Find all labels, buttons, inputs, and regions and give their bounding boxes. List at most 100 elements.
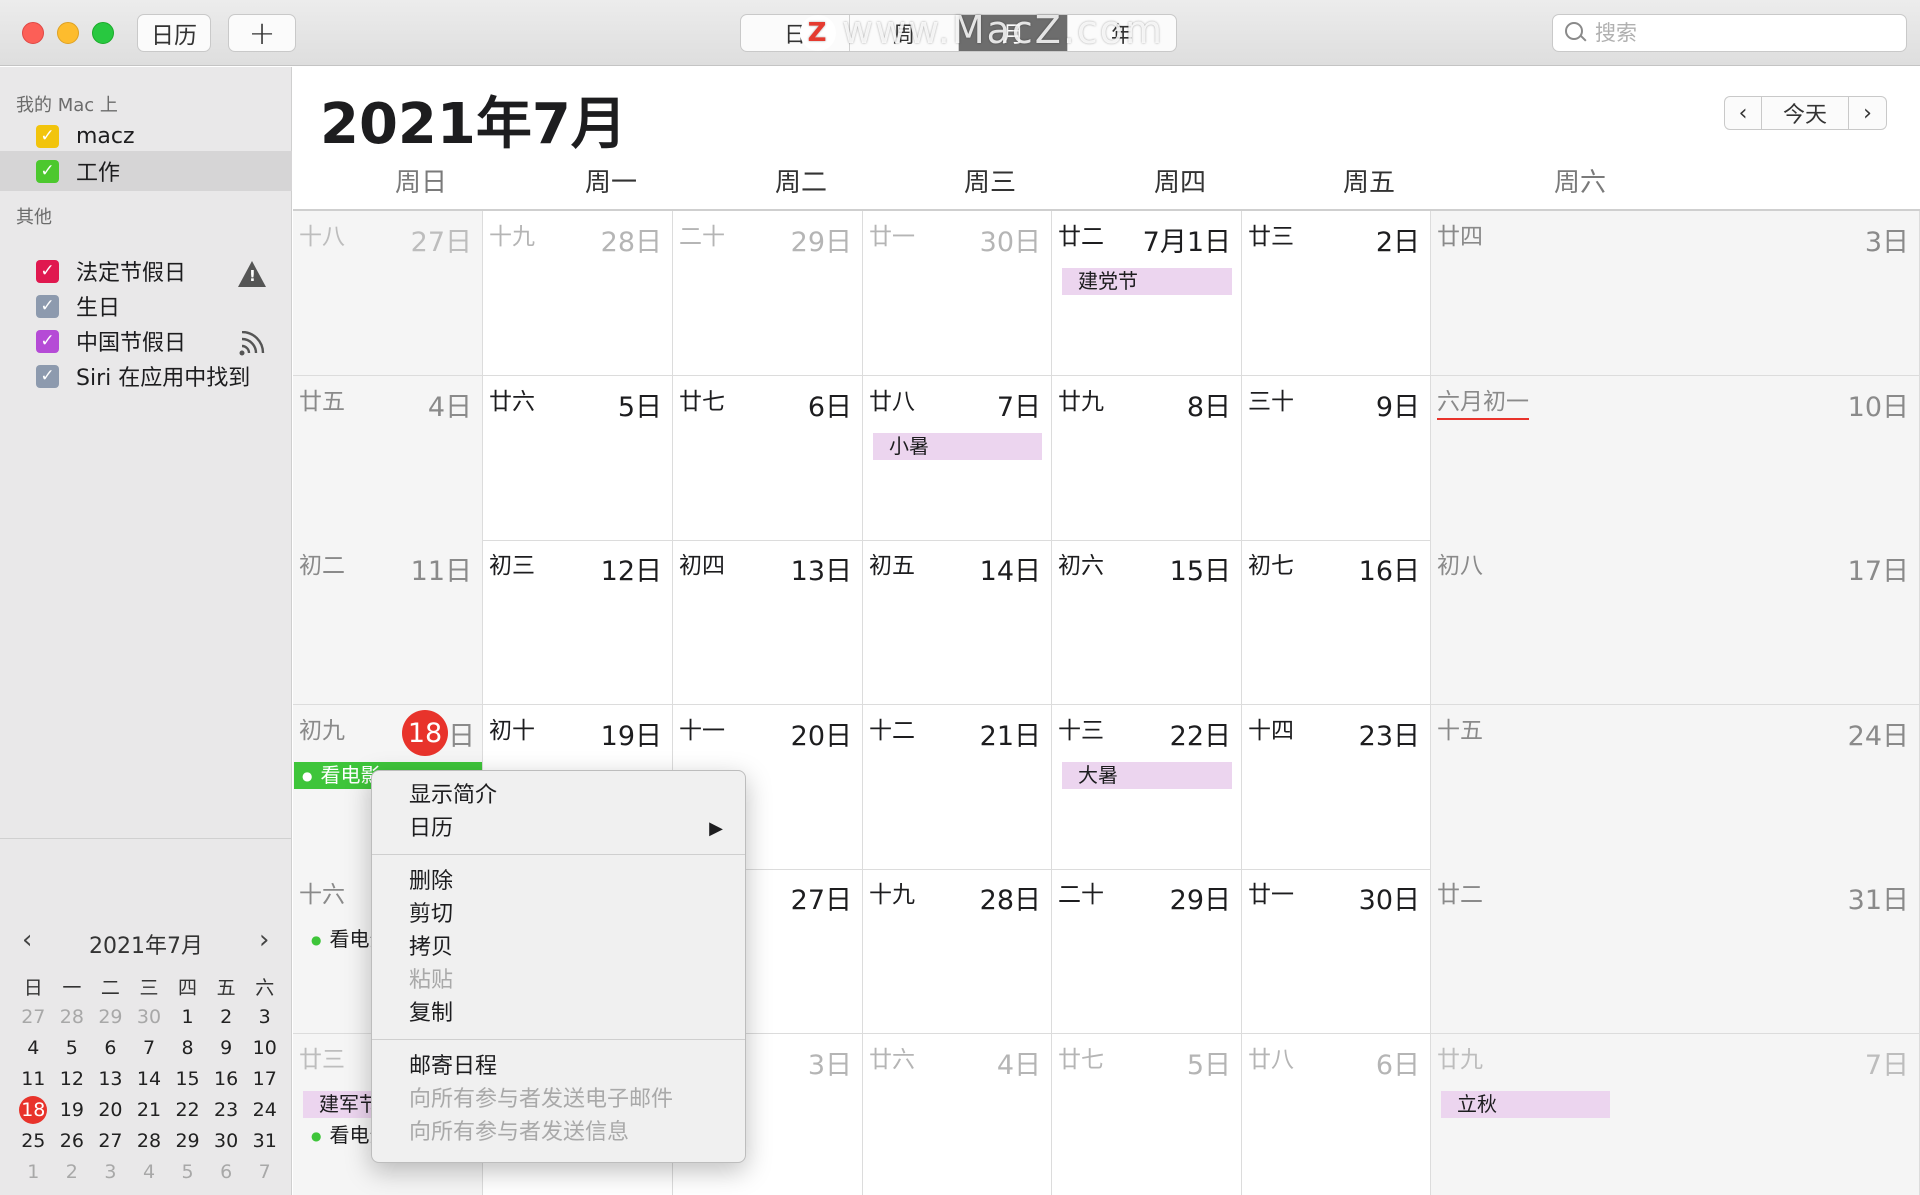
calendars-button[interactable]: 日历 bbox=[137, 14, 211, 52]
mini-day[interactable]: 18 bbox=[14, 1096, 53, 1124]
day-cell[interactable]: 初六 15日 bbox=[1052, 540, 1242, 705]
sidebar-calendar-item[interactable]: ✓ macz bbox=[0, 116, 292, 156]
context-menu-item[interactable]: 显示简介 bbox=[372, 779, 745, 812]
day-cell[interactable]: 十二 21日 bbox=[863, 705, 1052, 870]
day-cell[interactable]: 十四 23日 bbox=[1242, 705, 1431, 870]
mini-day[interactable]: 2 bbox=[53, 1158, 92, 1186]
day-cell[interactable]: 初七 16日 bbox=[1242, 540, 1431, 705]
day-cell[interactable]: 廿七 5日 bbox=[1052, 1034, 1242, 1195]
prev-month-button[interactable]: ‹ bbox=[1724, 96, 1762, 130]
mini-day[interactable]: 3 bbox=[245, 1003, 284, 1031]
view-tab-1[interactable]: 周 bbox=[850, 15, 959, 51]
event-item[interactable]: 大暑 bbox=[1062, 762, 1232, 789]
day-cell[interactable]: 廿五 4日 bbox=[293, 376, 483, 541]
day-cell[interactable]: 二十 29日 bbox=[673, 211, 863, 376]
view-tab-0[interactable]: 日 bbox=[741, 15, 850, 51]
mini-day[interactable]: 31 bbox=[245, 1127, 284, 1155]
mini-day[interactable]: 21 bbox=[130, 1096, 169, 1124]
mini-day[interactable]: 28 bbox=[53, 1003, 92, 1031]
mini-day[interactable]: 12 bbox=[53, 1065, 92, 1093]
context-menu-item[interactable]: 拷贝 bbox=[372, 931, 745, 964]
view-tab-2[interactable]: 月 bbox=[959, 15, 1068, 51]
mini-day[interactable]: 4 bbox=[14, 1034, 53, 1062]
mini-day[interactable]: 25 bbox=[14, 1127, 53, 1155]
mini-day[interactable]: 16 bbox=[207, 1065, 246, 1093]
day-cell[interactable]: 廿二 7月1日 建党节 bbox=[1052, 211, 1242, 376]
zoom-window-button[interactable] bbox=[92, 22, 114, 44]
mini-day[interactable]: 11 bbox=[14, 1065, 53, 1093]
search-field[interactable] bbox=[1552, 14, 1907, 52]
mini-day[interactable]: 14 bbox=[130, 1065, 169, 1093]
day-cell[interactable]: 十三 22日 大暑 bbox=[1052, 705, 1242, 870]
mini-day[interactable]: 29 bbox=[168, 1127, 207, 1155]
mini-day[interactable]: 10 bbox=[245, 1034, 284, 1062]
mini-day[interactable]: 5 bbox=[168, 1158, 207, 1186]
mini-day[interactable]: 2 bbox=[207, 1003, 246, 1031]
event-item[interactable]: 建党节 bbox=[1062, 268, 1232, 295]
calendar-checkbox[interactable]: ✓ bbox=[36, 259, 59, 283]
mini-day[interactable]: 23 bbox=[207, 1096, 246, 1124]
day-cell[interactable]: 十九 28日 bbox=[863, 869, 1052, 1034]
context-menu-item[interactable]: 删除 bbox=[372, 865, 745, 898]
mini-day[interactable]: 15 bbox=[168, 1065, 207, 1093]
event-item[interactable]: 立秋 bbox=[1441, 1091, 1610, 1118]
mini-day[interactable]: 26 bbox=[53, 1127, 92, 1155]
mini-day[interactable]: 27 bbox=[14, 1003, 53, 1031]
next-month-button[interactable]: › bbox=[1849, 96, 1887, 130]
mini-day[interactable]: 24 bbox=[245, 1096, 284, 1124]
day-cell[interactable]: 廿一 30日 bbox=[863, 211, 1052, 376]
mini-day[interactable]: 13 bbox=[91, 1065, 130, 1093]
context-menu-item[interactable]: 剪切 bbox=[372, 898, 745, 931]
mini-day[interactable]: 28 bbox=[130, 1127, 169, 1155]
sidebar-calendar-item[interactable]: ✓ 生日 bbox=[0, 286, 292, 326]
calendar-checkbox[interactable]: ✓ bbox=[36, 329, 59, 353]
day-cell[interactable]: 廿六 5日 bbox=[483, 376, 673, 541]
search-input[interactable] bbox=[1595, 21, 1895, 45]
minimize-window-button[interactable] bbox=[57, 22, 79, 44]
day-cell[interactable]: 十五 24日 bbox=[1431, 705, 1920, 870]
day-cell[interactable]: 廿四 3日 bbox=[1431, 211, 1920, 376]
mini-day[interactable]: 30 bbox=[130, 1003, 169, 1031]
sidebar-calendar-item[interactable]: ✓ Siri 在应用中找到 bbox=[0, 356, 292, 396]
day-cell[interactable]: 廿八 7日 小暑 bbox=[863, 376, 1052, 541]
day-cell[interactable]: 初四 13日 bbox=[673, 540, 863, 705]
day-cell[interactable]: 廿九 8日 bbox=[1052, 376, 1242, 541]
mini-day[interactable]: 27 bbox=[91, 1127, 130, 1155]
day-cell[interactable]: 廿七 6日 bbox=[673, 376, 863, 541]
day-cell[interactable]: 初八 17日 bbox=[1431, 540, 1920, 705]
day-cell[interactable]: 廿一 30日 bbox=[1242, 869, 1431, 1034]
day-cell[interactable]: 二十 29日 bbox=[1052, 869, 1242, 1034]
day-cell[interactable]: 初三 12日 bbox=[483, 540, 673, 705]
day-cell[interactable]: 初二 11日 bbox=[293, 540, 483, 705]
day-cell[interactable]: 初五 14日 bbox=[863, 540, 1052, 705]
mini-day[interactable]: 29 bbox=[91, 1003, 130, 1031]
add-event-button[interactable]: + bbox=[228, 14, 296, 52]
mini-day[interactable]: 6 bbox=[207, 1158, 246, 1186]
today-button[interactable]: 今天 bbox=[1762, 96, 1849, 130]
calendar-checkbox[interactable]: ✓ bbox=[36, 159, 59, 183]
day-cell[interactable]: 廿九 7日 立秋 bbox=[1431, 1034, 1920, 1195]
day-cell[interactable]: 廿三 2日 bbox=[1242, 211, 1431, 376]
mini-day[interactable]: 20 bbox=[91, 1096, 130, 1124]
context-menu-item[interactable]: 日历 ▶ bbox=[372, 812, 745, 845]
mini-day[interactable]: 19 bbox=[53, 1096, 92, 1124]
mini-day[interactable]: 7 bbox=[130, 1034, 169, 1062]
close-window-button[interactable] bbox=[22, 22, 44, 44]
calendar-checkbox[interactable]: ✓ bbox=[36, 364, 59, 388]
mini-day[interactable]: 1 bbox=[168, 1003, 207, 1031]
mini-day[interactable]: 1 bbox=[14, 1158, 53, 1186]
context-menu-item[interactable]: 邮寄日程 bbox=[372, 1050, 745, 1083]
event-item[interactable]: 小暑 bbox=[873, 433, 1042, 460]
context-menu-item[interactable]: 复制 bbox=[372, 997, 745, 1030]
day-cell[interactable]: 十九 28日 bbox=[483, 211, 673, 376]
mini-day[interactable]: 6 bbox=[91, 1034, 130, 1062]
calendar-checkbox[interactable]: ✓ bbox=[36, 294, 59, 318]
view-tab-3[interactable]: 年 bbox=[1068, 15, 1176, 51]
day-cell[interactable]: 六月初一 10日 bbox=[1431, 376, 1920, 541]
day-cell[interactable]: 三十 9日 bbox=[1242, 376, 1431, 541]
mini-next-month-button[interactable]: › bbox=[259, 925, 269, 955]
day-cell[interactable]: 廿八 6日 bbox=[1242, 1034, 1431, 1195]
calendar-checkbox[interactable]: ✓ bbox=[36, 124, 59, 148]
mini-day[interactable]: 5 bbox=[53, 1034, 92, 1062]
mini-day[interactable]: 22 bbox=[168, 1096, 207, 1124]
